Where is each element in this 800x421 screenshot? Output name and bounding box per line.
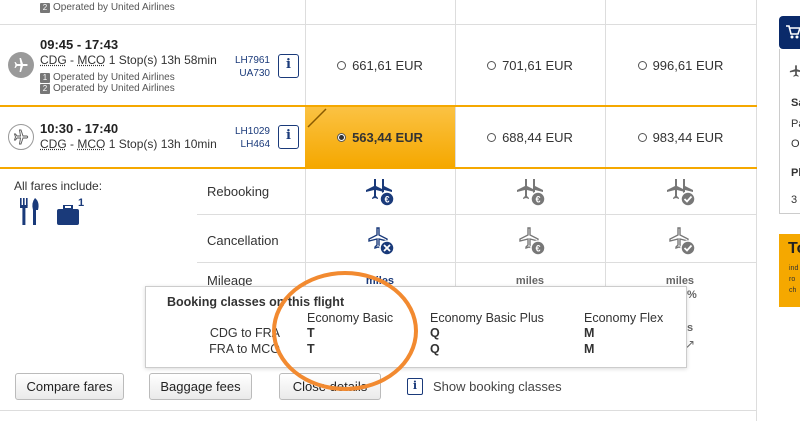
flight-route: CDG - MCO 1 Stop(s) 13h 58min (40, 53, 217, 67)
promo-title: To (788, 240, 800, 257)
stops-duration: 1 Stop(s) 13h 10min (108, 137, 217, 151)
svg-text:€: € (384, 195, 389, 205)
flight-info-button[interactable]: i (278, 125, 299, 149)
fare-option-basic-plus[interactable]: 688,44 EUR (455, 107, 605, 167)
booking-class-code: Q (430, 326, 440, 340)
compare-fares-button[interactable]: Compare fares (15, 373, 124, 400)
booking-class-code: M (584, 342, 595, 356)
cancellation-included-icon (669, 227, 696, 256)
row-divider (0, 410, 757, 411)
row-divider (0, 167, 757, 169)
stops-duration: 1 Stop(s) 13h 58min (108, 53, 217, 67)
rebooking-fee-icon: € (517, 179, 546, 207)
annotation-highlight-oval (272, 271, 418, 391)
flight-info-button[interactable]: i (278, 54, 299, 78)
operator-index-badge: 1 (40, 72, 50, 83)
flight-route: CDG - MCO 1 Stop(s) 13h 10min (40, 137, 217, 151)
origin-airport[interactable]: CDG (40, 53, 67, 67)
fare-price: 983,44 EUR (652, 129, 724, 145)
baggage-fees-button[interactable]: Baggage fees (149, 373, 252, 400)
baggage-count: 1 (78, 197, 85, 209)
segment-route: FRA to MCO (209, 342, 280, 356)
show-booking-classes-link[interactable]: i Show booking classes (407, 378, 562, 395)
cancellation-fee-icon: € (519, 227, 546, 256)
flight-numbers: LH1029 LH464 (224, 125, 270, 151)
flight-plane-icon (8, 124, 34, 150)
fare-column-header: Economy Flex (584, 311, 664, 325)
fare-radio[interactable] (337, 60, 347, 70)
summary-text: Sa (791, 97, 800, 109)
segment-route: CDG to FRA (209, 326, 280, 340)
fare-option-basic[interactable]: 661,61 EUR (305, 25, 455, 105)
flight-number: LH1029 (234, 126, 270, 137)
fare-radio-selected[interactable] (337, 132, 347, 142)
fare-radio[interactable] (637, 60, 647, 70)
fare-price: 701,61 EUR (502, 57, 573, 73)
flight-number: LH7961 (234, 55, 270, 66)
svg-text:€: € (535, 244, 540, 254)
booking-class-code: Q (430, 342, 440, 356)
fare-option-flex[interactable]: 996,61 EUR (605, 25, 756, 105)
promo-banner[interactable]: To ind ro ch (779, 234, 800, 307)
baggage-icon (57, 205, 79, 225)
booking-sidebar: Sa Pa O Pl 3 To ind ro ch (757, 0, 800, 421)
flight-times: 09:45 - 17:43 (40, 37, 119, 52)
seat-selection-fragment: s (687, 322, 694, 334)
operated-by-note: 2 Operated by United Airlines (40, 2, 175, 13)
fare-option-flex[interactable]: 983,44 EUR (605, 107, 756, 167)
fare-radio[interactable] (487, 132, 497, 142)
mileage-percent: % (687, 289, 697, 301)
operated-by-text: Operated by United Airlines (53, 2, 175, 13)
flight-number: LH464 (240, 139, 270, 150)
flight-times: 10:30 - 17:40 (40, 121, 119, 136)
row-divider (197, 262, 757, 263)
booking-summary-panel: Sa Pa O Pl 3 (779, 49, 800, 214)
summary-text: O (791, 138, 800, 150)
cart-icon (786, 25, 800, 39)
fare-column-header: Economy Basic Plus (430, 311, 544, 325)
promo-text: ch (789, 287, 797, 294)
operated-by-note: 1 Operated by United Airlines (40, 72, 175, 83)
destination-airport[interactable]: MCO (77, 53, 105, 67)
row-divider (197, 214, 757, 215)
rebooking-included-icon (667, 179, 696, 207)
cutlery-icon (20, 198, 39, 225)
destination-airport[interactable]: MCO (77, 137, 105, 151)
rebooking-fee-icon: € (366, 179, 395, 207)
operated-by-text: Operated by United Airlines (53, 83, 175, 94)
fare-price: 563,44 EUR (352, 129, 423, 145)
operator-index-badge: 2 (40, 83, 50, 94)
feature-label-cancellation: Cancellation (207, 233, 279, 248)
flight-plane-icon (8, 52, 34, 78)
fare-option-basic-plus[interactable]: 701,61 EUR (455, 25, 605, 105)
fare-price: 996,61 EUR (652, 57, 724, 73)
operated-by-note: 2 Operated by United Airlines (40, 83, 175, 94)
fares-include-label: All fares include: (14, 179, 103, 193)
fare-radio[interactable] (637, 132, 647, 142)
summary-text: Pa (791, 118, 800, 130)
summary-text: Pl (791, 167, 800, 179)
plane-icon (789, 65, 800, 77)
promo-text: ind (789, 265, 799, 272)
fare-price: 688,44 EUR (502, 129, 573, 145)
fare-radio[interactable] (487, 60, 497, 70)
operator-index-badge: 2 (40, 2, 50, 13)
summary-text: 3 (791, 194, 798, 206)
show-booking-classes-label[interactable]: Show booking classes (433, 379, 562, 394)
operated-by-text: Operated by United Airlines (53, 72, 175, 83)
flight-number: UA730 (239, 68, 270, 79)
feature-label-rebooking: Rebooking (207, 184, 270, 199)
booking-class-code: M (584, 326, 595, 340)
promo-text: ro (789, 276, 796, 283)
fare-price: 661,61 EUR (352, 57, 423, 73)
svg-text:€: € (535, 195, 540, 205)
fare-option-basic[interactable]: 563,44 EUR (305, 107, 455, 167)
info-icon[interactable]: i (407, 378, 423, 395)
origin-airport[interactable]: CDG (40, 137, 67, 151)
cancellation-not-allowed-icon (368, 227, 395, 256)
cart-button[interactable] (779, 16, 800, 49)
flight-numbers: LH7961 UA730 (224, 54, 270, 80)
